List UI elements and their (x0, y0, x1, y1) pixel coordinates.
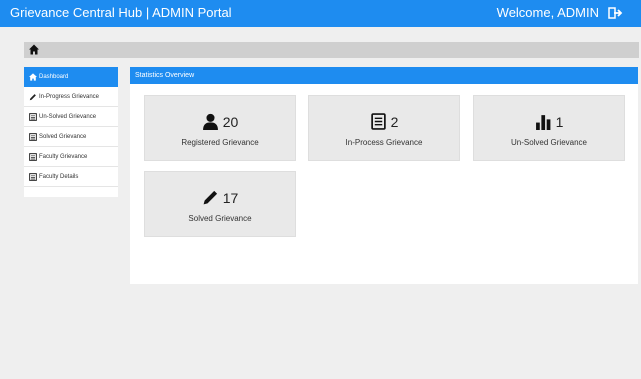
user-icon (202, 113, 218, 130)
list-icon (29, 172, 37, 181)
statistics-panel: Statistics Overview 20 Registered Grieva… (130, 67, 638, 284)
pencil-icon (203, 190, 217, 205)
sidebar-item-label: Faculty Details (39, 173, 79, 180)
stat-label: Registered Grievance (181, 138, 259, 147)
list-icon (29, 132, 37, 141)
sidebar-footer (24, 187, 118, 197)
breadcrumb (24, 42, 639, 58)
pencil-icon (29, 93, 36, 100)
stat-count: 20 (222, 113, 239, 130)
sidebar-item-in-progress[interactable]: In-Progress Grievance (24, 87, 118, 107)
stat-label: Un-Solved Grievance (510, 138, 588, 147)
sign-out-icon[interactable] (608, 5, 624, 21)
sidebar-item-faculty-details[interactable]: Faculty Details (24, 167, 118, 187)
stat-card-un-solved[interactable]: 1 Un-Solved Grievance (473, 95, 625, 161)
sidebar: Dashboard In-Progress Grievance Un-Solve… (24, 67, 118, 197)
document-icon (370, 113, 386, 130)
welcome-text: Welcome, ADMIN (496, 5, 599, 20)
sidebar-item-label: Un-Solved Grievance (39, 113, 97, 120)
stat-label: Solved Grievance (188, 214, 252, 223)
sidebar-item-label: Faculty Grievance (39, 153, 88, 160)
stat-card-registered[interactable]: 20 Registered Grievance (144, 95, 296, 161)
stat-card-in-process[interactable]: 2 In-Process Grievance (308, 95, 460, 161)
sidebar-item-faculty-grievance[interactable]: Faculty Grievance (24, 147, 118, 167)
stat-count: 1 (555, 113, 564, 130)
home-icon[interactable] (29, 44, 39, 55)
list-icon (29, 112, 37, 121)
sidebar-item-label: Dashboard (39, 74, 69, 80)
top-navbar: Grievance Central Hub | ADMIN Portal Wel… (0, 0, 641, 27)
stat-count: 2 (390, 113, 399, 130)
sidebar-item-un-solved[interactable]: Un-Solved Grievance (24, 107, 118, 127)
sidebar-item-label: Solved Grievance (39, 133, 87, 140)
sidebar-item-label: In-Progress Grievance (39, 93, 100, 100)
sidebar-item-dashboard[interactable]: Dashboard (24, 67, 118, 87)
home-icon (29, 73, 37, 81)
stat-count: 17 (222, 189, 239, 206)
panel-title: Statistics Overview (130, 67, 638, 84)
stat-card-solved[interactable]: 17 Solved Grievance (144, 171, 296, 237)
bar-chart-icon (535, 115, 550, 130)
sidebar-item-solved[interactable]: Solved Grievance (24, 127, 118, 147)
stat-label: In-Process Grievance (345, 138, 423, 147)
list-icon (29, 152, 37, 161)
app-title[interactable]: Grievance Central Hub | ADMIN Portal (10, 5, 232, 20)
